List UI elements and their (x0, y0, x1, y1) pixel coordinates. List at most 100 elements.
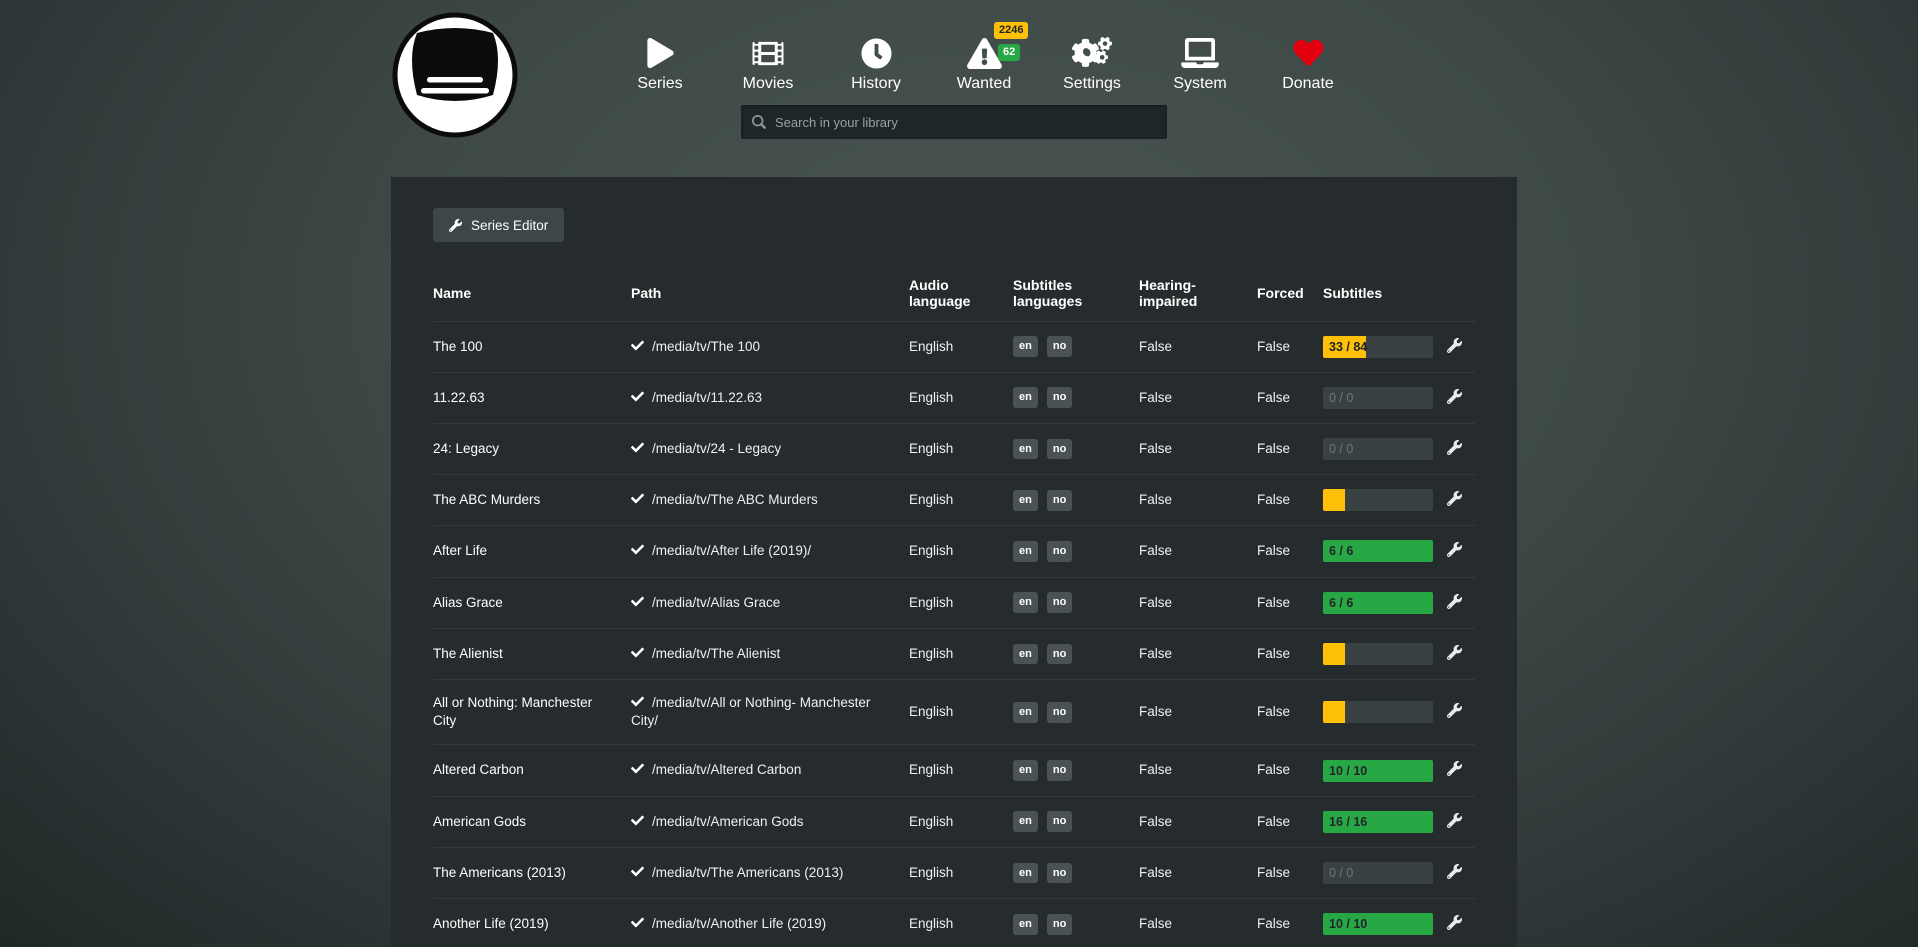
subtitle-languages: enno (1013, 423, 1139, 474)
series-name-link[interactable]: The ABC Murders (433, 492, 540, 507)
audio-language-value: English (909, 865, 953, 880)
language-badge: no (1047, 811, 1072, 832)
subtitle-languages: enno (1013, 899, 1139, 947)
table-row: The Americans (2013) /media/tv/The Ameri… (433, 847, 1475, 898)
hearing-impaired-value: False (1139, 704, 1172, 719)
series-name-link[interactable]: The Alienist (433, 646, 503, 661)
forced-value: False (1257, 595, 1290, 610)
wanted-badge-warning: 2246 (994, 22, 1028, 39)
subtitle-languages: enno (1013, 796, 1139, 847)
audio-language-value: English (909, 441, 953, 456)
wrench-icon (1447, 761, 1462, 776)
series-name-link[interactable]: The 100 (433, 339, 483, 354)
series-name-link[interactable]: All or Nothing: Manchester City (433, 695, 592, 728)
progress-text: 10 / 10 (1329, 760, 1367, 782)
nav-label: Settings (1063, 75, 1121, 93)
series-name-link[interactable]: Altered Carbon (433, 762, 524, 777)
forced-value: False (1257, 916, 1290, 931)
subtitles-progress-bar: 10 / 10 (1323, 760, 1433, 782)
language-badge: no (1047, 592, 1072, 613)
series-panel: Series Editor Name Path Audio language S… (391, 177, 1517, 947)
language-badge: en (1013, 490, 1038, 511)
edit-series-button[interactable] (1445, 489, 1464, 511)
forced-value: False (1257, 441, 1290, 456)
check-icon (631, 761, 644, 779)
series-path: /media/tv/The ABC Murders (652, 492, 818, 507)
series-name-link[interactable]: Another Life (2019) (433, 916, 549, 931)
series-name-link[interactable]: 11.22.63 (433, 390, 485, 405)
check-icon (631, 864, 644, 882)
nav-settings[interactable]: Settings (1038, 34, 1146, 93)
language-badge: en (1013, 336, 1038, 357)
hearing-impaired-value: False (1139, 595, 1172, 610)
app-logo[interactable] (391, 11, 519, 139)
subtitles-progress-bar: 6 / 6 (1323, 540, 1433, 562)
series-path: /media/tv/Alias Grace (652, 595, 780, 610)
nav-label: Donate (1282, 75, 1334, 93)
subtitles-progress-bar: 0 / 0 (1323, 862, 1433, 884)
audio-language-value: English (909, 916, 953, 931)
check-icon (631, 542, 644, 560)
table-row: The Alienist /media/tv/The Alienist Engl… (433, 628, 1475, 679)
nav-history[interactable]: History (822, 34, 930, 93)
wrench-icon (1447, 491, 1462, 506)
series-table: Name Path Audio language Subtitles langu… (433, 265, 1475, 947)
subtitle-languages: enno (1013, 475, 1139, 526)
series-name-link[interactable]: After Life (433, 543, 487, 558)
audio-language-value: English (909, 595, 953, 610)
edit-series-button[interactable] (1445, 811, 1464, 833)
language-badge: en (1013, 760, 1038, 781)
edit-series-button[interactable] (1445, 913, 1464, 935)
forced-value: False (1257, 339, 1290, 354)
edit-series-button[interactable] (1445, 540, 1464, 562)
language-badge: no (1047, 702, 1072, 723)
series-editor-button[interactable]: Series Editor (433, 208, 564, 242)
table-row: American Gods /media/tv/American Gods En… (433, 796, 1475, 847)
series-name-link[interactable]: The Americans (2013) (433, 865, 566, 880)
hearing-impaired-value: False (1139, 390, 1172, 405)
subtitle-languages: enno (1013, 321, 1139, 372)
edit-series-button[interactable] (1445, 387, 1464, 409)
nav-wanted[interactable]: 2246 62 Wanted (930, 34, 1038, 93)
nav-movies[interactable]: Movies (714, 34, 822, 93)
table-row: 24: Legacy /media/tv/24 - Legacy English… (433, 423, 1475, 474)
table-row: All or Nothing: Manchester City /media/t… (433, 680, 1475, 745)
hearing-impaired-value: False (1139, 492, 1172, 507)
subtitles-progress-bar: 0 / 0 (1323, 387, 1433, 409)
check-icon (631, 915, 644, 933)
forced-value: False (1257, 543, 1290, 558)
warning-icon (967, 34, 1002, 72)
edit-series-button[interactable] (1445, 759, 1464, 781)
forced-value: False (1257, 492, 1290, 507)
progress-text: 0 / 0 (1329, 862, 1353, 884)
series-path: /media/tv/All or Nothing- Manchester Cit… (631, 695, 870, 728)
edit-series-button[interactable] (1445, 336, 1464, 358)
edit-series-button[interactable] (1445, 643, 1464, 665)
wrench-icon (1447, 594, 1462, 609)
forced-value: False (1257, 814, 1290, 829)
forced-value: False (1257, 762, 1290, 777)
nav-system[interactable]: System (1146, 34, 1254, 93)
wrench-icon (1447, 645, 1462, 660)
language-badge: en (1013, 863, 1038, 884)
edit-series-button[interactable] (1445, 701, 1464, 723)
progress-text: 6 / 6 (1329, 592, 1353, 614)
audio-language-value: English (909, 390, 953, 405)
subtitle-languages: enno (1013, 847, 1139, 898)
nav-series[interactable]: Series (606, 34, 714, 93)
series-table-body: The 100 /media/tv/The 100 English enno F… (433, 321, 1475, 947)
edit-series-button[interactable] (1445, 438, 1464, 460)
main-nav: Series Movies History 2246 62 Wanted (606, 34, 1362, 93)
search-input[interactable] (775, 105, 1167, 139)
edit-series-button[interactable] (1445, 592, 1464, 614)
edit-series-button[interactable] (1445, 862, 1464, 884)
series-name-link[interactable]: Alias Grace (433, 595, 503, 610)
series-name-link[interactable]: 24: Legacy (433, 441, 499, 456)
language-badge: en (1013, 541, 1038, 562)
wanted-badge-success: 62 (998, 44, 1020, 61)
series-name-link[interactable]: American Gods (433, 814, 526, 829)
header-subtitles: Subtitles (1323, 265, 1445, 321)
nav-label: Wanted (957, 75, 1012, 93)
nav-donate[interactable]: Donate (1254, 34, 1362, 93)
subtitle-languages: enno (1013, 526, 1139, 577)
